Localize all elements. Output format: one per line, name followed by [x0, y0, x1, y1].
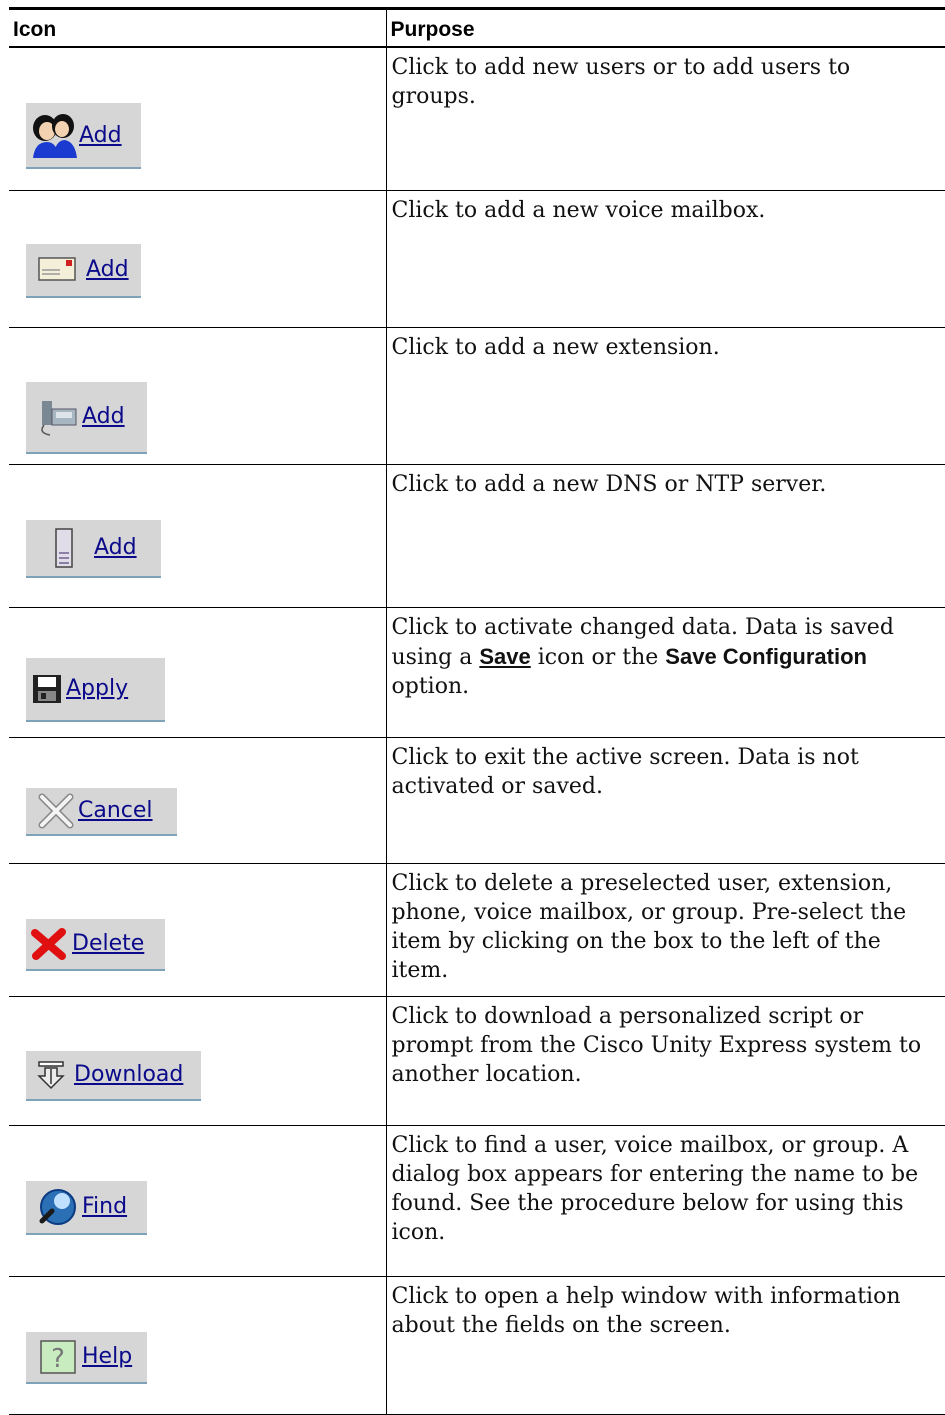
- table-row: Cancel Click to exit the active screen. …: [9, 737, 945, 864]
- add-label: Add: [82, 404, 125, 429]
- purpose-text: Click to download a personalized script …: [386, 996, 945, 1126]
- help-button[interactable]: ? Help: [26, 1331, 147, 1384]
- table-row: Add Click to add new users or to add use…: [9, 47, 945, 191]
- delete-button[interactable]: Delete: [26, 918, 165, 971]
- phone-icon: [36, 397, 82, 437]
- download-button[interactable]: Download: [26, 1050, 201, 1101]
- delete-x-icon: [30, 927, 68, 960]
- delete-label: Delete: [72, 931, 145, 956]
- download-icon: [36, 1060, 66, 1090]
- purpose-text: Click to add a new DNS or NTP server.: [386, 464, 945, 608]
- find-label: Find: [82, 1194, 128, 1219]
- add-label: Add: [94, 535, 137, 560]
- add-mailbox-button[interactable]: Add: [26, 243, 141, 298]
- cancel-button[interactable]: Cancel: [26, 787, 177, 836]
- table-row: Find Click to find a user, voice mailbox…: [9, 1125, 945, 1277]
- add-label: Add: [79, 122, 122, 148]
- magnifier-icon: [36, 1187, 80, 1227]
- purpose-text: Click to find a user, voice mailbox, or …: [386, 1125, 945, 1277]
- mailbox-icon: [38, 256, 78, 284]
- add-user-button[interactable]: Add: [26, 103, 141, 169]
- svg-text:?: ?: [51, 1344, 65, 1374]
- apply-button[interactable]: Apply: [26, 657, 165, 722]
- table-row: Download Click to download a personalize…: [9, 996, 945, 1126]
- table-row: Add Click to add a new DNS or NTP server…: [9, 464, 945, 608]
- floppy-disk-icon: [32, 674, 62, 704]
- header-purpose: Purpose: [385, 7, 945, 48]
- header-icon: Icon: [9, 7, 386, 48]
- apply-label: Apply: [66, 676, 129, 701]
- cancel-x-icon: [38, 793, 74, 829]
- purpose-text: Click to add new users or to add users t…: [386, 47, 945, 191]
- users-icon: [29, 112, 79, 158]
- purpose-text: Click to exit the active screen. Data is…: [386, 737, 945, 864]
- table-row: Add Click to add a new voice mailbox.: [9, 190, 945, 328]
- server-icon: [54, 527, 74, 568]
- find-button[interactable]: Find: [26, 1180, 147, 1235]
- table-row: Delete Click to delete a preselected use…: [9, 863, 945, 997]
- purpose-text: Click to open a help window with informa…: [386, 1276, 945, 1415]
- purpose-text: Click to delete a preselected user, exte…: [386, 863, 945, 997]
- table-row: Apply Click to activate changed data. Da…: [9, 607, 945, 738]
- table-header-row: Icon Purpose: [9, 7, 945, 48]
- add-label: Add: [86, 257, 129, 282]
- add-extension-button[interactable]: Add: [26, 381, 147, 454]
- table-row: ? Help Click to open a help window with …: [9, 1276, 945, 1415]
- icon-purpose-table: Icon Purpose Add Click to add new users …: [9, 7, 945, 1415]
- download-label: Download: [74, 1062, 184, 1087]
- purpose-text: Click to activate changed data. Data is …: [386, 607, 945, 738]
- cancel-label: Cancel: [78, 798, 153, 823]
- help-label: Help: [82, 1344, 133, 1369]
- table-row: Add Click to add a new extension.: [9, 327, 945, 465]
- save-link[interactable]: Save: [479, 644, 530, 669]
- purpose-text: Click to add a new voice mailbox.: [386, 190, 945, 328]
- purpose-text: Click to add a new extension.: [386, 327, 945, 465]
- add-server-button[interactable]: Add: [26, 519, 161, 578]
- help-icon: ?: [40, 1339, 76, 1374]
